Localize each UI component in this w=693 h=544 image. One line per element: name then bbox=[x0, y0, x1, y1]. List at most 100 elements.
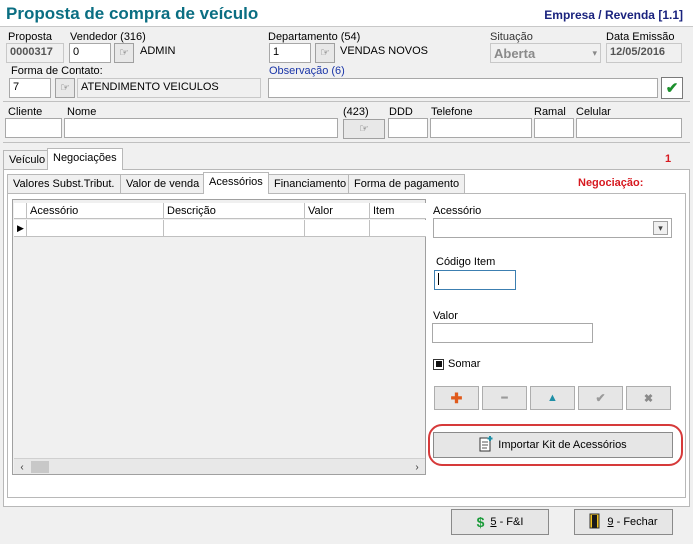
tab-negociacoes[interactable]: Negociações bbox=[47, 148, 123, 170]
fi-label: 5 - F&I bbox=[490, 516, 523, 528]
edit-button[interactable]: ▲ bbox=[530, 386, 575, 410]
cell-descricao[interactable] bbox=[164, 220, 305, 237]
checkmark-icon: ✔ bbox=[665, 80, 679, 97]
x-icon: ✖ bbox=[643, 392, 654, 405]
telefone-input[interactable] bbox=[430, 118, 532, 138]
celular-input[interactable] bbox=[576, 118, 682, 138]
cell-valor[interactable] bbox=[305, 220, 370, 237]
proposal-window: Proposta de compra de veículo Empresa / … bbox=[0, 0, 693, 544]
tab-valor-venda[interactable]: Valor de venda bbox=[120, 174, 206, 194]
ddd-input[interactable] bbox=[388, 118, 428, 138]
celular-label: Celular bbox=[576, 106, 611, 118]
text-caret bbox=[438, 273, 439, 286]
scroll-thumb[interactable] bbox=[31, 461, 49, 473]
nome-label: Nome bbox=[67, 106, 97, 118]
pointing-hand-icon: ☞ bbox=[60, 81, 70, 94]
divider bbox=[3, 142, 690, 143]
chevron-down-icon[interactable]: ▾ bbox=[653, 221, 668, 235]
somar-checkbox[interactable]: Somar bbox=[433, 358, 480, 370]
divider bbox=[3, 101, 690, 102]
fechar-label-text: - Fechar bbox=[613, 516, 658, 528]
proposta-label: Proposta bbox=[8, 31, 53, 43]
acessorio-label: Acessório bbox=[433, 205, 482, 217]
cancel-button[interactable]: ✖ bbox=[626, 386, 671, 410]
departamento-code-input[interactable]: 1 bbox=[269, 43, 311, 63]
vendedor-label: Vendedor (316) bbox=[70, 31, 146, 43]
acessorio-select[interactable]: ▾ bbox=[433, 218, 672, 238]
grid-corner bbox=[14, 203, 27, 219]
departamento-label: Departamento (54) bbox=[268, 31, 361, 43]
checked-mark bbox=[435, 361, 442, 367]
triangle-up-icon: ▲ bbox=[547, 392, 558, 404]
scroll-left-icon[interactable]: ‹ bbox=[14, 459, 30, 475]
door-exit-icon bbox=[589, 513, 601, 532]
remove-button[interactable]: ━ bbox=[482, 386, 527, 410]
codigo-item-input[interactable] bbox=[434, 270, 516, 290]
negociacao-label: Negociação: bbox=[578, 177, 644, 189]
situacao-value: Aberta bbox=[494, 45, 536, 61]
forma-contato-name: ATENDIMENTO VEICULOS bbox=[77, 78, 261, 98]
row-indicator: ▶ bbox=[14, 220, 27, 237]
grid-col-item[interactable]: Item bbox=[370, 203, 426, 219]
nome-input[interactable] bbox=[64, 118, 338, 138]
tab-veiculo[interactable]: Veículo bbox=[3, 150, 52, 170]
scroll-right-icon[interactable]: › bbox=[409, 459, 425, 475]
valor-input[interactable] bbox=[432, 323, 593, 343]
table-row[interactable]: ▶ bbox=[14, 220, 426, 237]
cell-item[interactable] bbox=[370, 220, 426, 237]
departamento-name: VENDAS NOVOS bbox=[340, 45, 429, 57]
grid-col-descricao[interactable]: Descrição bbox=[164, 203, 305, 219]
negociacao-count: 1 bbox=[665, 153, 672, 165]
confirm-button[interactable]: ✔ bbox=[578, 386, 623, 410]
dollar-icon: $ bbox=[476, 514, 485, 530]
ramal-label: Ramal bbox=[534, 106, 566, 118]
vendedor-lookup-button[interactable]: ☞ bbox=[114, 43, 134, 63]
fi-button[interactable]: $ 5 - F&I bbox=[451, 509, 549, 535]
fechar-button[interactable]: 9 - Fechar bbox=[574, 509, 673, 535]
grid-header: Acessório Descrição Valor Item bbox=[14, 203, 426, 219]
importar-kit-button[interactable]: Importar Kit de Acessórios bbox=[433, 432, 673, 458]
vendedor-code-input[interactable]: 0 bbox=[69, 43, 111, 63]
observacao-label: Observação (6) bbox=[269, 65, 345, 77]
ddd-label: DDD bbox=[389, 106, 413, 118]
data-emissao-label: Data Emissão bbox=[606, 31, 675, 43]
checkmark-icon: ✔ bbox=[595, 391, 606, 405]
checkbox-icon[interactable] bbox=[433, 358, 444, 370]
situacao-label: Situação bbox=[490, 31, 533, 43]
tab-financiamento[interactable]: Financiamento bbox=[268, 174, 353, 194]
minus-icon: ━ bbox=[501, 392, 508, 404]
chevron-down-icon: ▾ bbox=[592, 47, 597, 58]
pointing-hand-icon: ☞ bbox=[320, 46, 330, 59]
ramal-input[interactable] bbox=[534, 118, 574, 138]
grid-col-acessorio[interactable]: Acessório bbox=[27, 203, 164, 219]
situacao-select[interactable]: Aberta ▾ bbox=[490, 43, 601, 63]
data-emissao-field: 12/05/2016 bbox=[606, 43, 682, 63]
codigo-item-label: Código Item bbox=[436, 256, 496, 268]
cliente-input[interactable] bbox=[5, 118, 62, 138]
confirm-observacao-button[interactable]: ✔ bbox=[661, 77, 683, 99]
vendedor-name: ADMIN bbox=[140, 45, 176, 57]
tab-valores-subst[interactable]: Valores Subst.Tribut. bbox=[7, 174, 121, 194]
fi-label-text: - F&I bbox=[496, 516, 524, 528]
tab-acessorios[interactable]: Acessórios bbox=[203, 172, 269, 194]
forma-contato-lookup-button[interactable]: ☞ bbox=[55, 78, 75, 98]
observacao-input[interactable] bbox=[268, 78, 658, 98]
add-button[interactable]: ✚ bbox=[434, 386, 479, 410]
grid-col-valor[interactable]: Valor bbox=[305, 203, 370, 219]
departamento-lookup-button[interactable]: ☞ bbox=[315, 43, 335, 63]
title-bar: Proposta de compra de veículo Empresa / … bbox=[0, 0, 693, 27]
tab-forma-pagamento[interactable]: Forma de pagamento bbox=[348, 174, 466, 194]
acessorios-grid[interactable]: Acessório Descrição Valor Item ▶ ‹ › bbox=[12, 199, 426, 475]
cliente-lookup-button[interactable]: ☞ bbox=[343, 119, 385, 139]
pointing-hand-icon: ☞ bbox=[359, 122, 369, 135]
horizontal-scrollbar[interactable]: ‹ › bbox=[14, 458, 425, 474]
document-add-icon bbox=[479, 435, 493, 455]
valor-label: Valor bbox=[433, 310, 458, 322]
cell-acessorio[interactable] bbox=[27, 220, 164, 237]
pointing-hand-icon: ☞ bbox=[119, 46, 129, 59]
cliente-label: Cliente bbox=[8, 106, 43, 118]
somar-label: Somar bbox=[448, 358, 481, 370]
window-title: Proposta de compra de veículo bbox=[6, 4, 259, 23]
company-label: Empresa / Revenda [1.1] bbox=[544, 8, 683, 22]
forma-contato-code-input[interactable]: 7 bbox=[9, 78, 51, 98]
